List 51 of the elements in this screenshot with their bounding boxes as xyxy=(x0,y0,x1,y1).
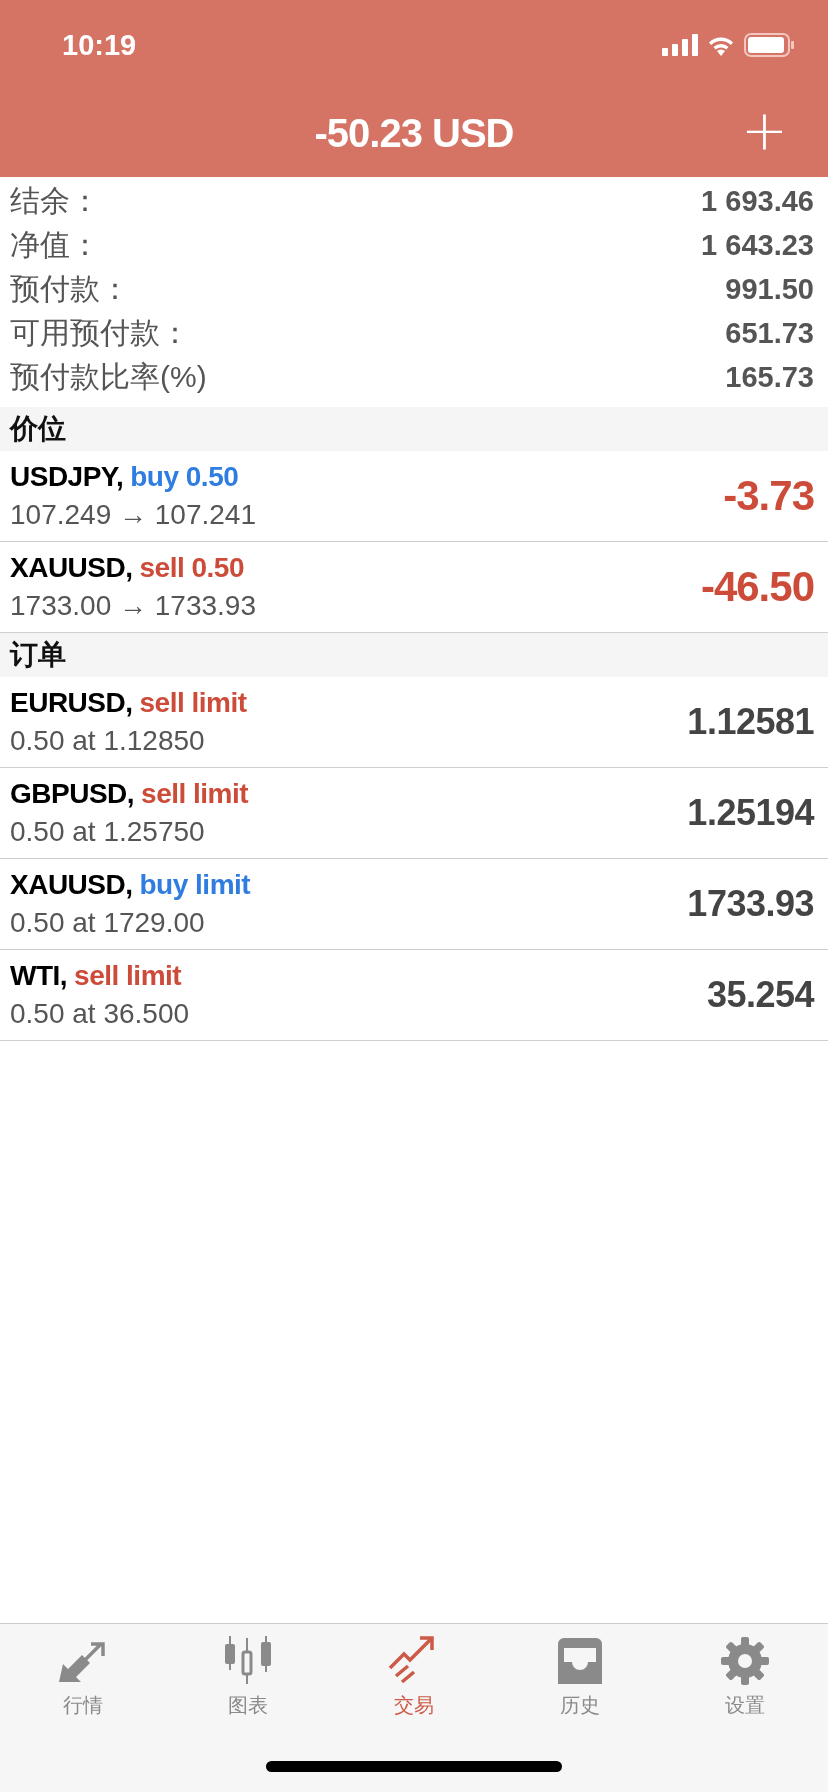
current-price: 35.254 xyxy=(706,974,814,1016)
current-price: 1.12581 xyxy=(687,701,814,743)
order-type-text: sell limit xyxy=(139,687,247,719)
section-header: 订单 xyxy=(0,633,828,677)
order-type-text: buy 0.50 xyxy=(130,461,239,493)
tab-label: 行情 xyxy=(62,1693,103,1718)
symbol-text: XAUUSD, xyxy=(10,869,133,901)
account-value: 1 643.23 xyxy=(701,228,814,262)
account-value: 651.73 xyxy=(725,316,814,350)
list-row[interactable]: WTI, sell limit 0.50 at 36.500 35.254 xyxy=(0,950,828,1041)
tab-label: 历史 xyxy=(559,1693,600,1718)
header-title: -50.23 USD xyxy=(314,111,514,156)
symbol-text: XAUUSD, xyxy=(10,552,133,584)
list-row[interactable]: USDJPY, buy 0.50 107.249 → 107.241 -3.73 xyxy=(0,451,828,542)
order-detail-text: 0.50 at 1.25750 xyxy=(10,816,206,848)
list-row[interactable]: GBPUSD, sell limit 0.50 at 1.25750 1.25194 xyxy=(0,768,828,859)
status-time: 10:19 xyxy=(62,28,137,62)
order-type-text: buy limit xyxy=(139,869,251,901)
list-row[interactable]: EURUSD, sell limit 0.50 at 1.12850 1.12581 xyxy=(0,677,828,768)
section-header: 价位 xyxy=(0,407,828,451)
price-change-text: 1733.00 → 1733.93 xyxy=(10,590,256,622)
order-type-text: sell limit xyxy=(74,960,182,992)
tab-label: 设置 xyxy=(725,1693,766,1718)
symbol-text: EURUSD, xyxy=(10,687,133,719)
profit-value: -46.50 xyxy=(700,563,814,611)
battery-icon xyxy=(744,33,794,57)
order-detail-text: 0.50 at 36.500 xyxy=(10,998,190,1030)
account-label: 预付款比率(%) xyxy=(10,358,207,395)
account-value: 1 693.46 xyxy=(701,184,814,218)
current-price: 1.25194 xyxy=(687,792,814,834)
account-value: 165.73 xyxy=(725,360,814,394)
order-type-text: sell limit xyxy=(141,778,249,810)
profit-value: -3.73 xyxy=(723,472,814,520)
price-change-text: 107.249 → 107.241 xyxy=(10,499,256,531)
tab-label: 交易 xyxy=(394,1693,434,1718)
account-value: 991.50 xyxy=(725,272,814,306)
account-label: 可用预付款： xyxy=(10,314,190,351)
order-type-text: sell 0.50 xyxy=(139,552,244,584)
order-detail-text: 0.50 at 1729.00 xyxy=(10,907,206,939)
current-price: 1733.93 xyxy=(687,883,814,925)
list-row[interactable]: XAUUSD, buy limit 0.50 at 1729.00 1733.93 xyxy=(0,859,828,950)
symbol-text: GBPUSD, xyxy=(10,778,135,810)
tab-label: 图表 xyxy=(228,1693,269,1718)
signal-icon xyxy=(662,34,698,56)
account-label: 结余： xyxy=(10,182,100,219)
account-label: 净值： xyxy=(10,226,100,263)
tab[interactable]: 交易 xyxy=(331,1636,497,1719)
order-detail-text: 0.50 at 1.12850 xyxy=(10,725,206,757)
account-label: 预付款： xyxy=(10,270,130,307)
symbol-text: USDJPY, xyxy=(10,461,124,493)
symbol-text: WTI, xyxy=(10,960,68,992)
